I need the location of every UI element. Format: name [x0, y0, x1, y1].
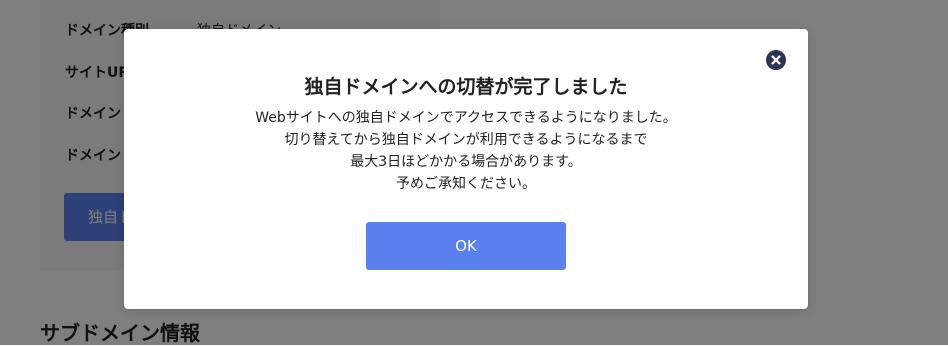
dialog-title: 独自ドメインへの切替が完了しました [304, 76, 628, 98]
dialog-message-line-2: 切り替えてから独自ドメインが利用できるようになるまで [284, 132, 648, 148]
dialog-message: Webサイトへの独自ドメインでアクセスできるようになりました。 切り替えてから独… [124, 107, 808, 195]
ok-button[interactable]: OK [366, 222, 566, 270]
close-icon [771, 55, 781, 65]
completion-dialog: 独自ドメインへの切替が完了しました Webサイトへの独自ドメインでアクセスできる… [124, 29, 808, 309]
dialog-message-line-3: 最大3日ほどかかる場合があります。 [350, 154, 582, 170]
dialog-message-line-1: Webサイトへの独自ドメインでアクセスできるようになりました。 [255, 110, 677, 126]
close-button[interactable] [766, 50, 786, 70]
dialog-message-line-4: 予めご承知ください。 [396, 176, 536, 192]
